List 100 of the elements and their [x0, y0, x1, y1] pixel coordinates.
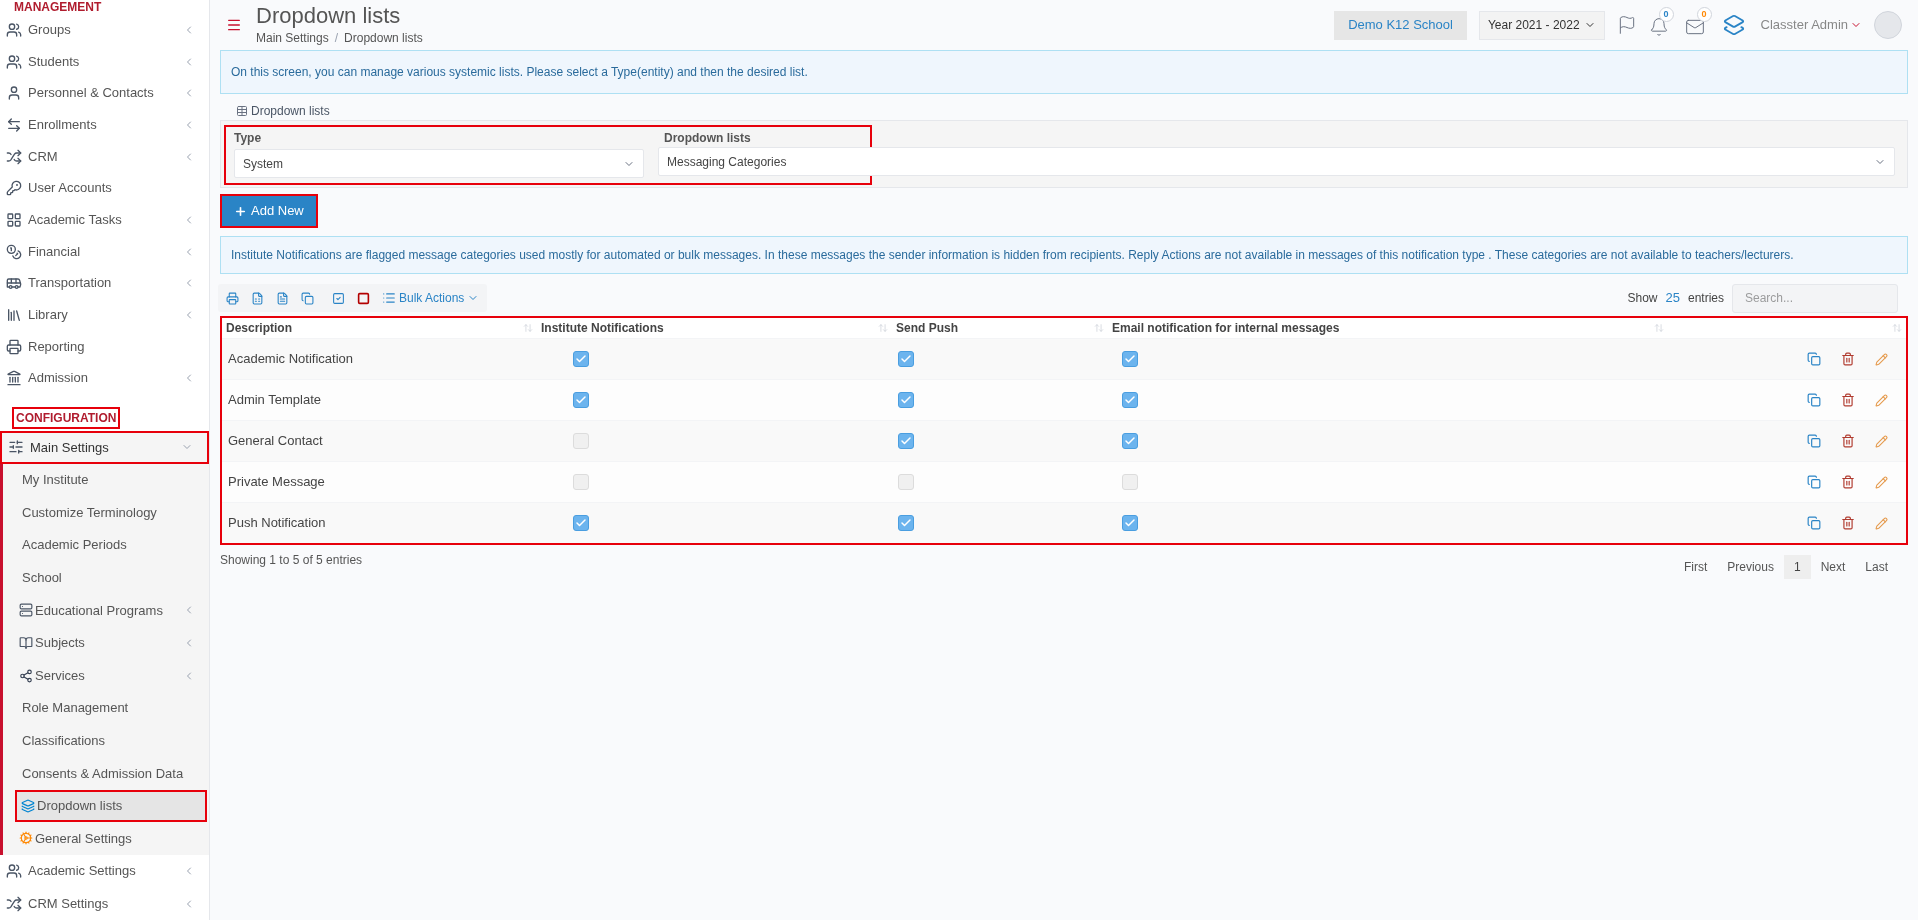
building-icon — [6, 370, 22, 387]
column-header[interactable]: Send Push — [896, 319, 958, 337]
mail-icon[interactable] — [1684, 17, 1705, 37]
sidebar-item[interactable]: Students — [0, 45, 209, 78]
checkbox[interactable] — [898, 433, 914, 449]
sidebar-item[interactable]: User Accounts — [0, 172, 209, 205]
type-select[interactable]: System — [234, 149, 644, 178]
delete-icon[interactable] — [1841, 434, 1855, 448]
edit-icon[interactable] — [1875, 393, 1888, 407]
checkbox[interactable] — [1122, 351, 1138, 367]
check-icon — [1124, 517, 1136, 529]
submenu-item[interactable]: Subjects — [3, 626, 209, 660]
edit-icon[interactable] — [1875, 352, 1888, 366]
delete-icon[interactable] — [1841, 393, 1855, 407]
copy-icon[interactable] — [1807, 352, 1821, 366]
table-cell: Academic Notification — [228, 351, 353, 367]
submenu-item[interactable]: School — [3, 561, 209, 594]
edit-icon[interactable] — [1875, 434, 1888, 448]
page-link[interactable]: 1 — [1783, 555, 1811, 579]
sidebar-item[interactable]: Groups — [0, 14, 209, 46]
submenu-item[interactable]: Consents & Admission Data — [3, 757, 209, 790]
list-select[interactable]: Messaging Categories — [658, 147, 1895, 176]
spreadsheet-icon[interactable] — [251, 291, 264, 305]
search-field[interactable]: Search... — [1732, 283, 1898, 313]
sidebar-item[interactable]: Transportation — [0, 267, 209, 300]
document-icon[interactable] — [276, 291, 289, 305]
coins-icon — [6, 243, 22, 260]
print-icon[interactable] — [226, 291, 239, 305]
page-link[interactable]: Last — [1855, 555, 1898, 579]
checkbox[interactable] — [898, 392, 914, 408]
sidebar-item[interactable]: CRM — [0, 140, 209, 173]
submenu-item[interactable]: Dropdown lists — [15, 789, 207, 823]
gear-icon — [19, 831, 33, 846]
copy-icon[interactable] — [301, 291, 314, 305]
submenu-item[interactable]: Academic Periods — [3, 528, 209, 562]
checkbox[interactable] — [898, 351, 914, 367]
breadcrumb-link[interactable]: Main Settings — [256, 29, 329, 47]
layers-icon — [21, 798, 35, 813]
key-icon — [6, 180, 22, 197]
checkbox[interactable] — [1122, 392, 1138, 408]
field-label: Type — [234, 130, 263, 147]
year-dropdown[interactable]: Year 2021 - 2022 — [1478, 10, 1605, 40]
table-cell: General Contact — [228, 433, 323, 449]
entries-summary: Showing 1 to 5 of 5 entries — [219, 552, 363, 569]
groups-icon — [6, 863, 22, 880]
sidebar-item[interactable]: Enrollments — [0, 109, 209, 141]
submenu-item[interactable]: General Settings — [3, 822, 209, 855]
submenu-item[interactable]: Services — [3, 659, 209, 692]
sidebar-item[interactable]: Library — [0, 299, 209, 331]
submenu-item[interactable]: Classifications — [3, 724, 209, 757]
submenu-item[interactable]: My Institute — [3, 463, 209, 497]
sidebar-item[interactable]: Academic Tasks — [0, 204, 209, 236]
breadcrumb-link[interactable]: Dropdown lists — [344, 29, 423, 47]
column-header[interactable]: Email notification for internal messages — [1112, 319, 1340, 337]
checkbox[interactable] — [573, 392, 589, 408]
edit-icon[interactable] — [1875, 516, 1888, 530]
entries-label: entries — [1687, 290, 1724, 307]
book-icon — [19, 635, 33, 650]
submenu-item[interactable]: Educational Programs — [3, 594, 209, 627]
check-icon — [1124, 394, 1136, 406]
library-icon — [6, 306, 22, 323]
sidebar-item[interactable]: Academic Settings — [0, 854, 209, 888]
delete-icon[interactable] — [1841, 352, 1855, 366]
sidebar-item[interactable]: Reporting — [0, 330, 209, 363]
page-size-select[interactable]: 25 — [1665, 288, 1680, 308]
bell-icon[interactable] — [1648, 17, 1669, 37]
show-label: Show — [1627, 290, 1658, 307]
submenu-item[interactable]: Role Management — [3, 691, 209, 725]
page-link[interactable]: First — [1673, 555, 1718, 579]
delete-icon[interactable] — [1841, 516, 1855, 530]
sidebar-item[interactable]: Admission — [0, 362, 209, 395]
sidebar-item[interactable]: Main Settings — [0, 431, 209, 464]
column-header[interactable]: Description — [226, 319, 292, 337]
arrows-icon — [6, 116, 22, 133]
checkbox[interactable] — [573, 351, 589, 367]
page-link[interactable]: Next — [1810, 555, 1856, 579]
checkbox[interactable] — [898, 515, 914, 531]
column-header[interactable]: Institute Notifications — [541, 319, 664, 337]
layers-icon[interactable] — [1722, 14, 1745, 36]
add-new-button[interactable]: Add New — [220, 194, 318, 228]
checkbox[interactable] — [1122, 433, 1138, 449]
table-cell: Private Message — [228, 474, 325, 490]
checkbox[interactable] — [573, 515, 589, 531]
uncheck-all-icon[interactable] — [357, 291, 370, 305]
delete-icon[interactable] — [1841, 475, 1855, 489]
sidebar-item[interactable]: Financial — [0, 235, 209, 268]
sidebar-item[interactable]: Personnel & Contacts — [0, 77, 209, 109]
copy-icon[interactable] — [1807, 434, 1821, 448]
edit-icon[interactable] — [1875, 475, 1888, 489]
copy-icon[interactable] — [1807, 475, 1821, 489]
submenu-item[interactable]: Customize Terminology — [3, 496, 209, 529]
sidebar-item[interactable]: CRM Settings — [0, 887, 209, 920]
breadcrumb-separator: / — [334, 30, 339, 47]
checkbox[interactable] — [1122, 515, 1138, 531]
page-link[interactable]: Previous — [1717, 555, 1784, 579]
copy-icon[interactable] — [1807, 393, 1821, 407]
copy-icon[interactable] — [1807, 516, 1821, 530]
check-icon — [900, 435, 912, 447]
check-all-icon[interactable] — [332, 291, 345, 305]
menu-icon[interactable] — [226, 17, 242, 33]
